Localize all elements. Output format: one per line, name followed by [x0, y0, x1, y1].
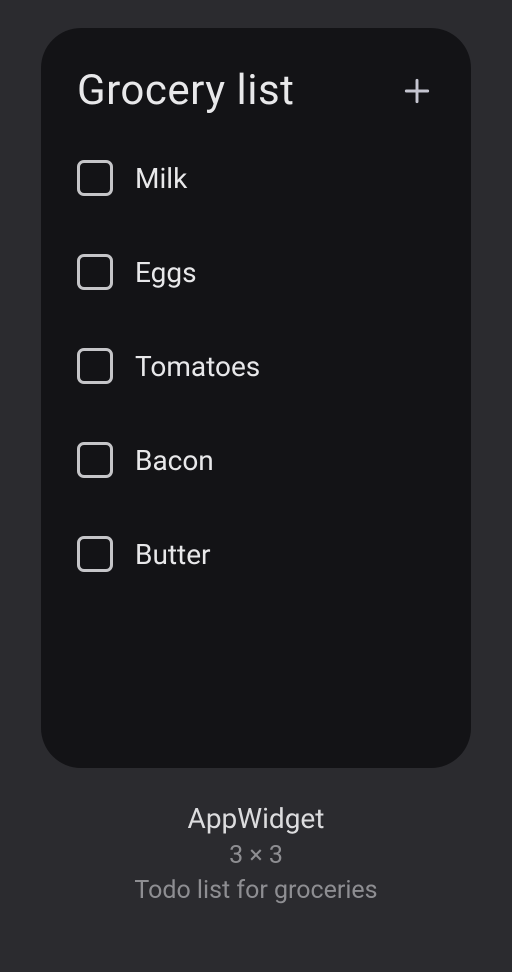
todo-list: Milk Eggs Tomatoes Bacon Butter [77, 160, 435, 572]
list-item[interactable]: Tomatoes [77, 348, 435, 384]
list-item[interactable]: Eggs [77, 254, 435, 290]
todo-label: Butter [135, 538, 211, 571]
list-item[interactable]: Bacon [77, 442, 435, 478]
widget-description: Todo list for groceries [134, 876, 377, 905]
list-item[interactable]: Milk [77, 160, 435, 196]
plus-icon [401, 75, 433, 107]
todo-label: Milk [135, 162, 187, 195]
widget-name: AppWidget [188, 802, 325, 835]
todo-label: Tomatoes [135, 350, 260, 383]
todo-label: Eggs [135, 256, 197, 289]
checkbox[interactable] [77, 348, 113, 384]
grocery-widget-card: Grocery list Milk Eggs Tomatoes Bacon Bu… [41, 28, 471, 768]
todo-label: Bacon [135, 444, 214, 477]
checkbox[interactable] [77, 536, 113, 572]
checkbox[interactable] [77, 442, 113, 478]
checkbox[interactable] [77, 160, 113, 196]
widget-header: Grocery list [77, 66, 435, 115]
checkbox[interactable] [77, 254, 113, 290]
list-item[interactable]: Butter [77, 536, 435, 572]
widget-info: AppWidget 3 × 3 Todo list for groceries [134, 802, 377, 905]
widget-title: Grocery list [77, 66, 294, 115]
add-button[interactable] [399, 73, 435, 109]
widget-size: 3 × 3 [229, 841, 283, 870]
